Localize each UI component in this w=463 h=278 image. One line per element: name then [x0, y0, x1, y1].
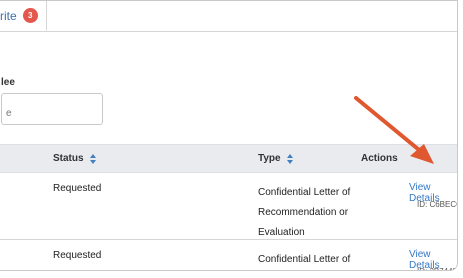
filter-label: lee	[1, 77, 15, 88]
sort-icon[interactable]	[89, 153, 97, 164]
filter-input[interactable]	[1, 93, 103, 125]
type-cell: Confidential Letter of Recommendation or	[258, 254, 351, 265]
status-header[interactable]: Status	[53, 153, 97, 164]
status-header-label: Status	[53, 153, 84, 164]
tab-bar: rite 3	[0, 1, 457, 32]
type-header-label: Type	[258, 153, 281, 164]
arrow-annotation-icon	[354, 96, 434, 164]
status-cell: Requested	[53, 183, 102, 194]
sort-icon[interactable]	[286, 153, 294, 164]
request-id: ID: C6BECC	[417, 200, 458, 209]
type-header[interactable]: Type	[258, 153, 294, 164]
request-id: ID: 3B744D	[417, 267, 457, 270]
tab-label: rite	[0, 8, 17, 23]
count-badge: 3	[22, 8, 38, 23]
status-cell: Requested	[53, 250, 102, 261]
type-cell: Confidential Letter of Recommendation or…	[258, 187, 351, 238]
table-row: Requested Confidential Letter of Recomme…	[0, 173, 457, 240]
table-row: Requested Confidential Letter of Recomme…	[0, 240, 457, 270]
tab-write[interactable]: rite 3	[0, 1, 47, 31]
